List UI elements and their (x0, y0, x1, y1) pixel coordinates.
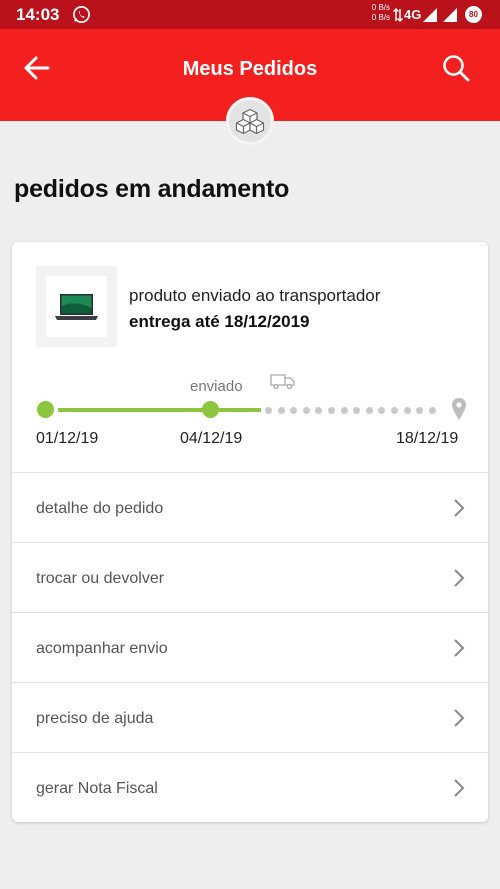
pending-dot (290, 407, 298, 414)
network-speed: 0 B/s 0 B/s (371, 3, 390, 22)
menu-item-label: trocar ou devolver (36, 570, 165, 587)
chevron-right-icon (454, 709, 465, 727)
menu-item-label: preciso de ajuda (36, 710, 154, 727)
clock: 14:03 (16, 5, 60, 24)
order-status: produto enviado ao transportador (129, 286, 381, 305)
pending-dot (403, 407, 411, 414)
search-icon[interactable] (441, 53, 471, 83)
battery-icon: 80 (465, 6, 482, 23)
chevron-right-icon (454, 569, 465, 587)
timeline-date-delivery: 18/12/19 (396, 430, 459, 447)
exchange-return-button[interactable]: trocar ou devolver (12, 542, 488, 612)
pending-dot (277, 407, 285, 414)
location-pin-icon (452, 398, 466, 420)
chevron-right-icon (454, 779, 465, 797)
help-button[interactable]: preciso de ajuda (12, 682, 488, 752)
timeline-date-shipped: 04/12/19 (180, 430, 243, 447)
menu-item-label: gerar Nota Fiscal (36, 780, 158, 797)
track-shipment-button[interactable]: acompanhar envio (12, 612, 488, 682)
laptop-image (55, 294, 98, 320)
page-title: Meus Pedidos (182, 58, 318, 80)
status-bar: 14:03 0 B/s 0 B/s 4G 80 (0, 0, 500, 29)
progress-bar (45, 408, 261, 412)
section-title: pedidos em andamento (14, 175, 290, 203)
timeline-point-start (37, 401, 54, 418)
pending-dot (391, 407, 398, 414)
timeline-date-start: 01/12/19 (36, 430, 99, 447)
delivery-date: entrega até 18/12/2019 (129, 312, 310, 331)
signal-icon (443, 8, 457, 22)
pending-dot (315, 407, 323, 414)
data-arrows-icon (393, 7, 403, 23)
pending-dot (416, 407, 424, 414)
pending-dot (340, 407, 348, 414)
timeline-point-current (202, 401, 219, 418)
pending-dot (365, 407, 373, 414)
generate-invoice-button[interactable]: gerar Nota Fiscal (12, 752, 488, 822)
timeline-stage-label: enviado (190, 378, 243, 395)
order-actions-menu: detalhe do pedido trocar ou devolver aco… (12, 472, 488, 822)
order-detail-button[interactable]: detalhe do pedido (12, 472, 488, 542)
pending-dot (302, 407, 310, 414)
signal-icon (423, 8, 437, 22)
boxes-icon (235, 108, 265, 135)
network-type: 4G (404, 7, 422, 22)
truck-icon (270, 374, 295, 390)
whatsapp-icon (73, 6, 90, 23)
pending-dot (353, 407, 361, 414)
order-card: produto enviado ao transportador entrega… (12, 242, 488, 822)
pending-dot (265, 407, 272, 414)
pending-dot (428, 407, 436, 414)
pending-dot (378, 407, 386, 414)
pending-dot (328, 407, 335, 414)
boxes-badge (226, 97, 274, 145)
menu-item-label: detalhe do pedido (36, 500, 164, 517)
product-image[interactable] (36, 266, 117, 347)
chevron-right-icon (454, 499, 465, 517)
menu-item-label: acompanhar envio (36, 640, 168, 657)
chevron-right-icon (454, 639, 465, 657)
